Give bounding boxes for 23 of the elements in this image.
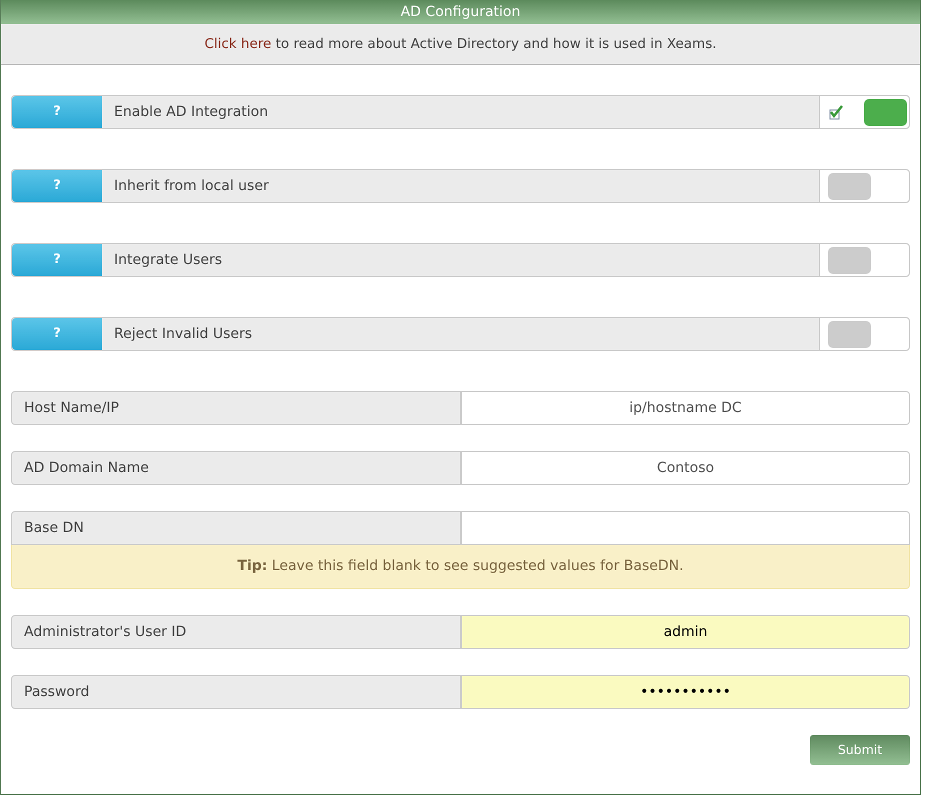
input-field[interactable]: Contoso — [462, 451, 910, 485]
field-label: Password — [11, 675, 462, 709]
input-field[interactable]: ip/hostname DC — [462, 391, 910, 425]
tip-text: Tip: Leave this field blank to see suggested values for BaseDN. — [237, 557, 684, 576]
checkmark-icon — [828, 104, 844, 120]
setting-label: Inherit from local user — [113, 176, 270, 196]
setting-label: Reject Invalid Users — [113, 324, 254, 344]
setting-label: Integrate Users — [113, 250, 224, 270]
toggle-switch[interactable] — [828, 246, 871, 274]
info-link[interactable]: Click here — [204, 36, 272, 52]
input-field[interactable] — [462, 511, 910, 545]
info-text: Click here to read more about Active Directory and how it is used in Xeams. — [204, 34, 717, 54]
toggle-switch[interactable] — [828, 172, 871, 200]
field-label: AD Domain Name — [11, 451, 462, 485]
toggle-switch[interactable] — [864, 98, 907, 126]
input-field[interactable]: admin — [462, 615, 910, 649]
toggle-switch[interactable] — [828, 320, 871, 348]
field-label: Base DN — [11, 511, 462, 545]
setting-label: Enable AD Integration — [113, 102, 270, 122]
panel-title: AD Configuration — [1, 0, 920, 24]
field-label: Host Name/IP — [11, 391, 462, 425]
input-field[interactable]: ••••••••••• — [462, 675, 910, 709]
field-label: Administrator's User ID — [11, 615, 462, 649]
